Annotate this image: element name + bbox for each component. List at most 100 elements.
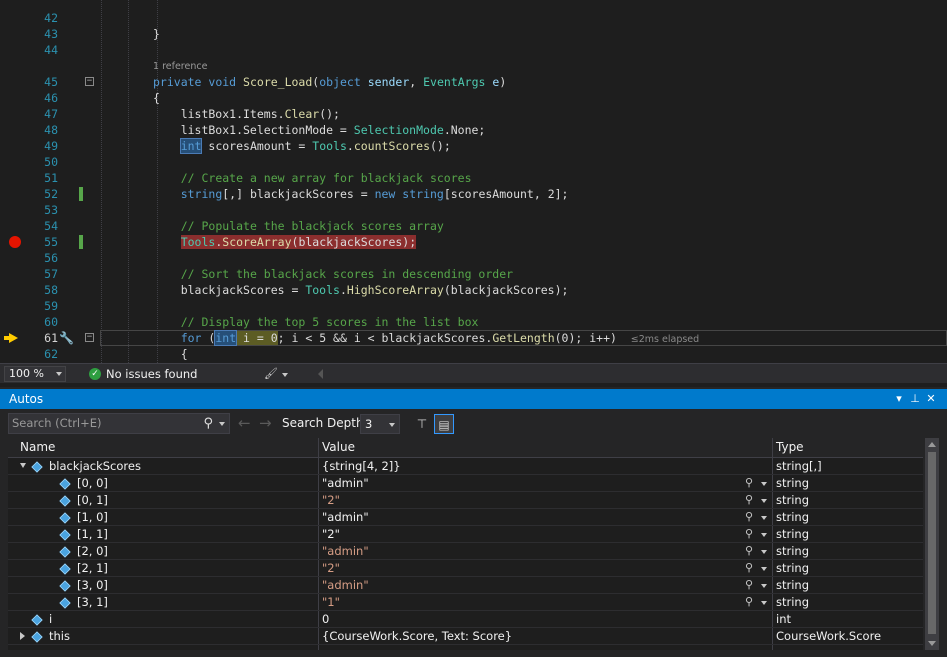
issues-indicator[interactable]: ✓ No issues found [89, 366, 197, 382]
code-line[interactable]: 56 [0, 250, 947, 266]
variable-row[interactable]: [2, 0] "admin" ⚲ string [8, 543, 923, 560]
text-visualizer-icon[interactable]: ⚲ [745, 475, 753, 491]
column-header-name[interactable]: Name [16, 438, 55, 458]
collapse-icon[interactable]: − [85, 77, 94, 86]
search-input[interactable]: Search (Ctrl+E) ⚲ [8, 413, 230, 434]
code-line[interactable]: 54 // Populate the blackjack scores arra… [0, 218, 947, 234]
quick-actions-icon[interactable]: 🔧 [59, 331, 75, 345]
variable-value-cell[interactable]: "admin" ⚲ [320, 509, 772, 526]
scroll-down-icon[interactable] [928, 641, 936, 646]
filter-icon[interactable]: ⊤ [412, 414, 432, 434]
text-visualizer-icon[interactable]: ⚲ [745, 526, 753, 542]
variable-type-cell: string [776, 561, 810, 575]
variable-value-cell[interactable]: "admin" ⚲ [320, 543, 772, 560]
chevron-down-icon[interactable] [761, 567, 767, 571]
variable-name-cell: this [8, 628, 318, 645]
text-visualizer-icon[interactable]: ⚲ [745, 594, 753, 610]
code-line[interactable]: 58 blackjackScores = Tools.HighScoreArra… [0, 282, 947, 298]
search-previous-icon[interactable]: ← [238, 415, 251, 431]
code-line[interactable]: 45 − private void Score_Load(object sender… [0, 74, 947, 90]
code-lens[interactable]: 1 reference [0, 58, 947, 74]
variable-row[interactable]: [3, 1] "1" ⚲ string [8, 594, 923, 611]
text-visualizer-icon[interactable]: ⚲ [745, 509, 753, 525]
code-line[interactable]: 52 string[,] blackjackScores = new strin… [0, 186, 947, 202]
code-line[interactable]: 42 [0, 10, 947, 26]
text-visualizer-icon[interactable]: ⚲ [745, 560, 753, 576]
code-line[interactable]: 60 // Display the top 5 scores in the li… [0, 314, 947, 330]
variable-row[interactable]: [2, 1] "2" ⚲ string [8, 560, 923, 577]
variable-row[interactable]: blackjackScores {string[4, 2]} string[,] [8, 458, 923, 475]
code-line[interactable]: 44 [0, 42, 947, 58]
variable-row[interactable]: [1, 1] "2" ⚲ string [8, 526, 923, 543]
variable-value-cell[interactable]: "admin" ⚲ [320, 475, 772, 492]
variable-value-cell[interactable]: {string[4, 2]} [320, 458, 772, 475]
column-header-type[interactable]: Type [772, 438, 804, 458]
code-line[interactable]: 55 Tools.ScoreArray(blackjackScores); [0, 234, 947, 250]
code-line[interactable]: 57 // Sort the blackjack scores in desce… [0, 266, 947, 282]
variable-value-cell[interactable]: {CourseWork.Score, Text: Score} [320, 628, 772, 645]
code-line[interactable]: 59 [0, 298, 947, 314]
variable-value-cell[interactable]: "admin" ⚲ [320, 577, 772, 594]
chevron-down-icon[interactable] [219, 422, 225, 426]
code-line[interactable]: 49 int scoresAmount = Tools.countScores(… [0, 138, 947, 154]
code-editor[interactable]: 42 43} 44 1 reference 45− private void Score_… [0, 0, 947, 363]
chevron-down-icon[interactable] [761, 533, 767, 537]
code-line[interactable]: 48 listBox1.SelectionMode = SelectionMod… [0, 122, 947, 138]
chevron-down-icon[interactable] [282, 373, 288, 377]
variable-value-cell[interactable]: "2" ⚲ [320, 492, 772, 509]
variable-row[interactable]: [3, 0] "admin" ⚲ string [8, 577, 923, 594]
scrollbar-thumb[interactable] [928, 452, 936, 634]
code-line[interactable]: 46 { [0, 90, 947, 106]
search-next-icon[interactable]: → [259, 415, 272, 431]
variable-value-cell[interactable]: "2" ⚲ [320, 560, 772, 577]
variable-row[interactable]: [0, 1] "2" ⚲ string [8, 492, 923, 509]
variable-row[interactable]: i 0 int [8, 611, 923, 628]
check-circle-icon: ✓ [89, 368, 101, 380]
code-line[interactable]: 62 { [0, 346, 947, 362]
chevron-down-icon[interactable] [761, 601, 767, 605]
variable-name-cell: [1, 1] [8, 526, 318, 543]
expand-arrow-icon[interactable] [20, 632, 25, 640]
variable-value-cell[interactable]: 0 [320, 611, 772, 628]
code-line[interactable]: 🔧 61− for (int i = 0; i < 5 && i < blackj… [0, 330, 947, 346]
code-line[interactable]: 43} [0, 26, 947, 42]
pin-icon[interactable]: ⊥ [907, 391, 923, 407]
zoom-dropdown[interactable]: 100 % [4, 366, 66, 382]
scroll-left-icon[interactable] [318, 369, 323, 379]
text-visualizer-icon[interactable]: ⚲ [745, 577, 753, 593]
hexadecimal-display-icon[interactable]: ▤ [434, 414, 454, 434]
chevron-down-icon[interactable] [761, 516, 767, 520]
variable-row[interactable]: [0, 0] "admin" ⚲ string [8, 475, 923, 492]
chevron-down-icon[interactable] [761, 482, 767, 486]
chevron-down-icon[interactable] [761, 550, 767, 554]
search-icon[interactable]: ⚲ [203, 416, 213, 431]
variable-type-cell: string [776, 527, 810, 541]
variable-value-cell[interactable]: "1" ⚲ [320, 594, 772, 611]
search-depth-dropdown[interactable]: 3 [360, 414, 400, 434]
vertical-scrollbar[interactable] [925, 438, 939, 650]
code-line[interactable]: 53 [0, 202, 947, 218]
variable-row[interactable]: this {CourseWork.Score, Text: Score} Cours… [8, 628, 923, 645]
code-cleanup-icon[interactable]: 🖌 [264, 366, 278, 382]
chevron-down-icon[interactable] [761, 584, 767, 588]
variable-value-cell[interactable]: "2" ⚲ [320, 526, 772, 543]
code-line[interactable]: 50 [0, 154, 947, 170]
window-position-icon[interactable]: ▾ [891, 391, 907, 407]
chevron-down-icon[interactable] [761, 499, 767, 503]
collapse-icon[interactable]: − [85, 333, 94, 342]
autos-title-bar[interactable]: Autos ▾ ⊥ ✕ [0, 389, 947, 409]
breakpoint-icon[interactable] [9, 236, 21, 248]
code-line[interactable]: 51 // Create a new array for blackjack s… [0, 170, 947, 186]
column-header-value[interactable]: Value [318, 438, 355, 458]
code-line[interactable]: 47 listBox1.Items.Clear(); [0, 106, 947, 122]
scroll-up-icon[interactable] [928, 442, 936, 447]
variable-row[interactable]: [1, 0] "admin" ⚲ string [8, 509, 923, 526]
reference-count[interactable]: 1 reference [153, 59, 207, 75]
collapse-arrow-icon[interactable] [20, 463, 26, 468]
text-visualizer-icon[interactable]: ⚲ [745, 543, 753, 559]
text-visualizer-icon[interactable]: ⚲ [745, 492, 753, 508]
line-number: 43 [44, 27, 58, 41]
chevron-down-icon [389, 423, 395, 427]
close-icon[interactable]: ✕ [923, 391, 939, 407]
execution-pointer-icon[interactable] [4, 333, 18, 343]
